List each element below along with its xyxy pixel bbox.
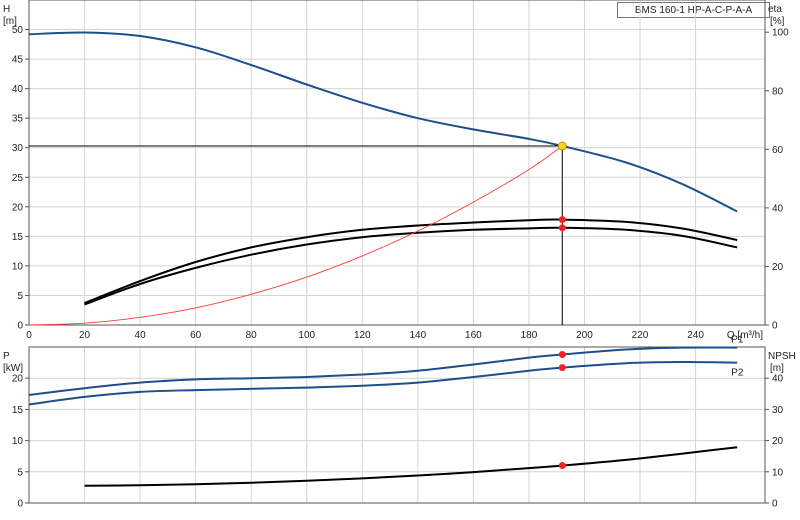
y-left-tick-label: 20 — [12, 374, 24, 385]
series-line-system_curve — [28, 145, 563, 326]
x-tick-label: 0 — [26, 330, 32, 341]
y-left-tick-label: 0 — [17, 321, 23, 332]
plot-frame — [28, 346, 766, 504]
y-left-axis-unit: [m] — [3, 16, 17, 27]
x-tick-label: 160 — [465, 330, 482, 341]
operating-point-marker — [558, 350, 566, 358]
y-left-tick-label: 0 — [17, 499, 23, 510]
y-left-tick-label: 15 — [12, 405, 24, 416]
y-left-axis-name: H — [3, 4, 10, 15]
operating-point-marker — [558, 364, 566, 372]
y-right-tick-label: 20 — [772, 436, 784, 447]
x-tick-label: 200 — [576, 330, 593, 341]
y-right-tick-label: 0 — [772, 321, 778, 332]
operating-point-marker — [558, 216, 566, 224]
y-left-axis-name: P — [3, 351, 10, 362]
plot-frame — [28, 0, 766, 326]
y-left-tick-label: 5 — [17, 467, 23, 478]
y-right-axis-unit: [m] — [770, 363, 784, 374]
y-right-tick-label: 60 — [772, 145, 784, 156]
x-tick-label: 20 — [79, 330, 91, 341]
y-right-tick-label: 100 — [772, 28, 789, 39]
y-left-tick-label: 15 — [12, 232, 24, 243]
operating-point-marker — [558, 462, 566, 470]
series-line-npsh — [84, 446, 738, 487]
y-right-tick-label: 40 — [772, 203, 784, 214]
x-tick-label: 60 — [190, 330, 202, 341]
series-line-eta_upper — [84, 218, 738, 304]
y-left-tick-label: 10 — [12, 261, 24, 272]
series-label-P1: P1 — [731, 335, 744, 346]
duty-point-marker — [557, 141, 567, 151]
y-left-tick-label: 45 — [12, 55, 24, 66]
y-left-tick-label: 30 — [12, 143, 24, 154]
y-left-tick-label: 25 — [12, 173, 24, 184]
y-left-tick-label: 40 — [12, 84, 24, 95]
y-right-axis-unit: [%] — [770, 16, 785, 27]
x-tick-label: 80 — [246, 330, 258, 341]
y-right-tick-label: 0 — [772, 499, 778, 510]
x-tick-label: 120 — [354, 330, 371, 341]
y-left-tick-label: 10 — [12, 436, 24, 447]
operating-point-marker — [558, 224, 566, 232]
y-left-tick-label: 35 — [12, 114, 24, 125]
y-right-tick-label: 10 — [772, 467, 784, 478]
y-left-axis-unit: [kW] — [3, 363, 23, 374]
y-right-axis-name: NPSH — [768, 351, 796, 362]
y-right-tick-label: 80 — [772, 86, 784, 97]
series-label-P2: P2 — [731, 368, 744, 379]
y-right-tick-label: 40 — [772, 374, 784, 385]
y-left-tick-label: 20 — [12, 202, 24, 213]
y-right-tick-label: 30 — [772, 405, 784, 416]
y-right-tick-label: 20 — [772, 262, 784, 273]
x-tick-label: 240 — [687, 330, 704, 341]
x-tick-label: 220 — [632, 330, 649, 341]
y-right-axis-name: eta — [768, 4, 782, 15]
x-tick-label: 40 — [135, 330, 147, 341]
x-tick-label: 100 — [298, 330, 315, 341]
y-left-tick-label: 5 — [17, 291, 23, 302]
series-line-P1 — [28, 346, 738, 396]
x-tick-label: 180 — [521, 330, 538, 341]
x-tick-label: 140 — [409, 330, 426, 341]
pump-curve-chart: 05101520253035404550020406080100H[m]eta[… — [3, 0, 796, 510]
